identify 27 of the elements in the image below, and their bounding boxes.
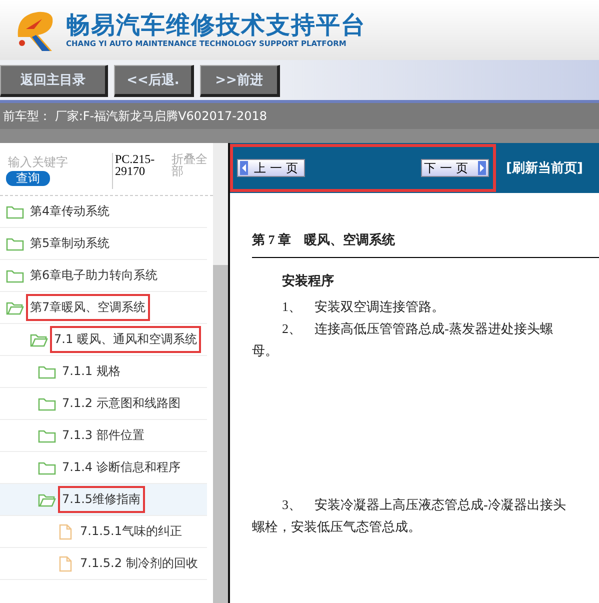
tree-item[interactable]: 第4章传动系统 (0, 196, 207, 228)
nav-button[interactable]: <<后退. (114, 65, 194, 97)
tree-item[interactable]: 7.1.2 示意图和线路图 (0, 388, 207, 420)
nav-button[interactable]: 返回主目录 (0, 65, 108, 97)
tree-item[interactable]: 7.1.1 规格 (0, 356, 207, 388)
right-arrow-icon (478, 161, 486, 175)
nav-button[interactable]: >>前进 (200, 65, 280, 97)
model-code: PC.215-29170 (112, 153, 170, 189)
previous-page-button[interactable]: 上一页 (237, 159, 305, 177)
tree-item[interactable]: 第6章电子助力转向系统 (0, 260, 207, 292)
next-page-button[interactable]: 下一页 (421, 159, 489, 177)
search-button[interactable]: 查询 (6, 171, 50, 186)
vehicle-info: 前车型： 厂家:F-福汽新龙马启腾V602017-2018 (0, 100, 599, 143)
platform-title: 畅易汽车维修技术支持平台 (66, 11, 366, 39)
tree-item[interactable]: 7.1.5维修指南 (0, 484, 207, 516)
tree-item[interactable]: 7.1.3 部件位置 (0, 420, 207, 452)
refresh-link[interactable]: [刷新当前页] (506, 159, 583, 177)
chapter-title: 第 7 章 暖风、空调系统 (252, 231, 599, 258)
paragraph: 1、 安装双空调连接管路。 (281, 298, 446, 316)
paragraph: 2、 连接高低压管管路总成-蒸发器进处接头螺母。 (252, 320, 554, 360)
section-title: 安装程序 (282, 272, 335, 290)
tree-item[interactable]: 7.1.5.2 制冷剂的回收 (0, 548, 207, 580)
left-arrow-icon (240, 161, 248, 175)
scrollbar[interactable] (213, 143, 228, 603)
paragraph: 3、 安装冷凝器上高压液态管总成-冷凝器出接头螺栓，安装低压气态管总成。 (252, 496, 567, 536)
tree-item[interactable]: 第5章制动系统 (0, 228, 207, 260)
tree-item[interactable]: 7.1.5.1气味的纠正 (0, 516, 207, 548)
